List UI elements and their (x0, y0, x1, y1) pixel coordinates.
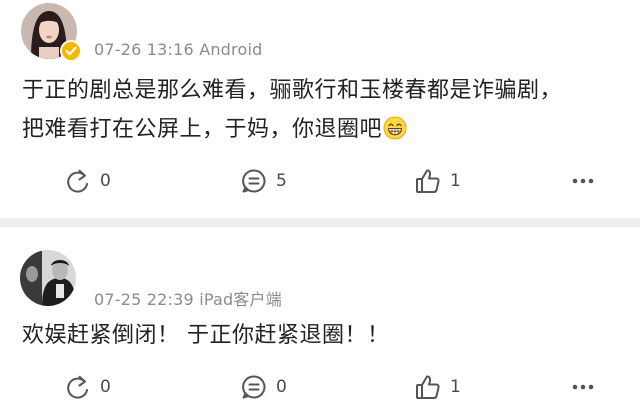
more-icon (572, 178, 594, 184)
post-meta: 07-26 13:16 Android (94, 40, 262, 59)
post-text-line: 于正的剧总是那么难看，骊歌行和玉楼春都是诈骗剧， (22, 78, 563, 103)
post-text: 把难看打在公屏上，于妈，你退圈吧 (22, 117, 383, 142)
like-count: 1 (450, 377, 461, 397)
comment-count: 5 (276, 171, 287, 191)
verified-badge-icon (60, 40, 82, 62)
more-icon (572, 384, 594, 390)
post-text-line: 把难看打在公屏上，于妈，你退圈吧 (22, 111, 407, 149)
repost-button[interactable]: 0 (64, 372, 111, 402)
comment-icon (242, 375, 266, 399)
grinning-face-icon (383, 115, 407, 140)
repost-button[interactable]: 0 (64, 166, 111, 196)
avatar-photo-icon (20, 250, 76, 306)
like-button[interactable]: 1 (414, 166, 461, 196)
repost-icon (67, 375, 88, 399)
thumbs-up-icon (416, 375, 440, 399)
post-meta: 07-25 22:39 iPad客户端 (94, 286, 282, 310)
comment-count: 0 (276, 377, 287, 397)
post-text-line: 欢娱赶紧倒闭！ 于正你赶紧退圈！！ (22, 323, 390, 348)
comment-icon (242, 169, 266, 193)
avatar[interactable] (20, 250, 76, 306)
timestamp: 07-25 22:39 (94, 290, 194, 309)
timestamp: 07-26 13:16 (94, 40, 194, 59)
like-button[interactable]: 1 (414, 372, 461, 402)
comment-button[interactable]: 0 (240, 372, 287, 402)
like-count: 1 (450, 171, 461, 191)
post-divider (0, 218, 640, 227)
comment-post: 07-26 13:16 Android 于正的剧总是那么难看，骊歌行和玉楼春都是… (0, 0, 640, 218)
source: Android (199, 40, 263, 59)
more-options-button[interactable] (571, 372, 595, 402)
thumbs-up-icon (416, 169, 440, 193)
action-bar: 0 5 1 (0, 166, 640, 196)
repost-icon (67, 169, 88, 193)
action-bar: 0 0 1 (0, 372, 640, 402)
comment-post: 07-25 22:39 iPad客户端 欢娱赶紧倒闭！ 于正你赶紧退圈！！ 0 … (0, 227, 640, 408)
source: iPad客户端 (199, 290, 282, 309)
more-options-button[interactable] (571, 166, 595, 196)
repost-count: 0 (100, 171, 111, 191)
comment-button[interactable]: 5 (240, 166, 287, 196)
repost-count: 0 (100, 377, 111, 397)
